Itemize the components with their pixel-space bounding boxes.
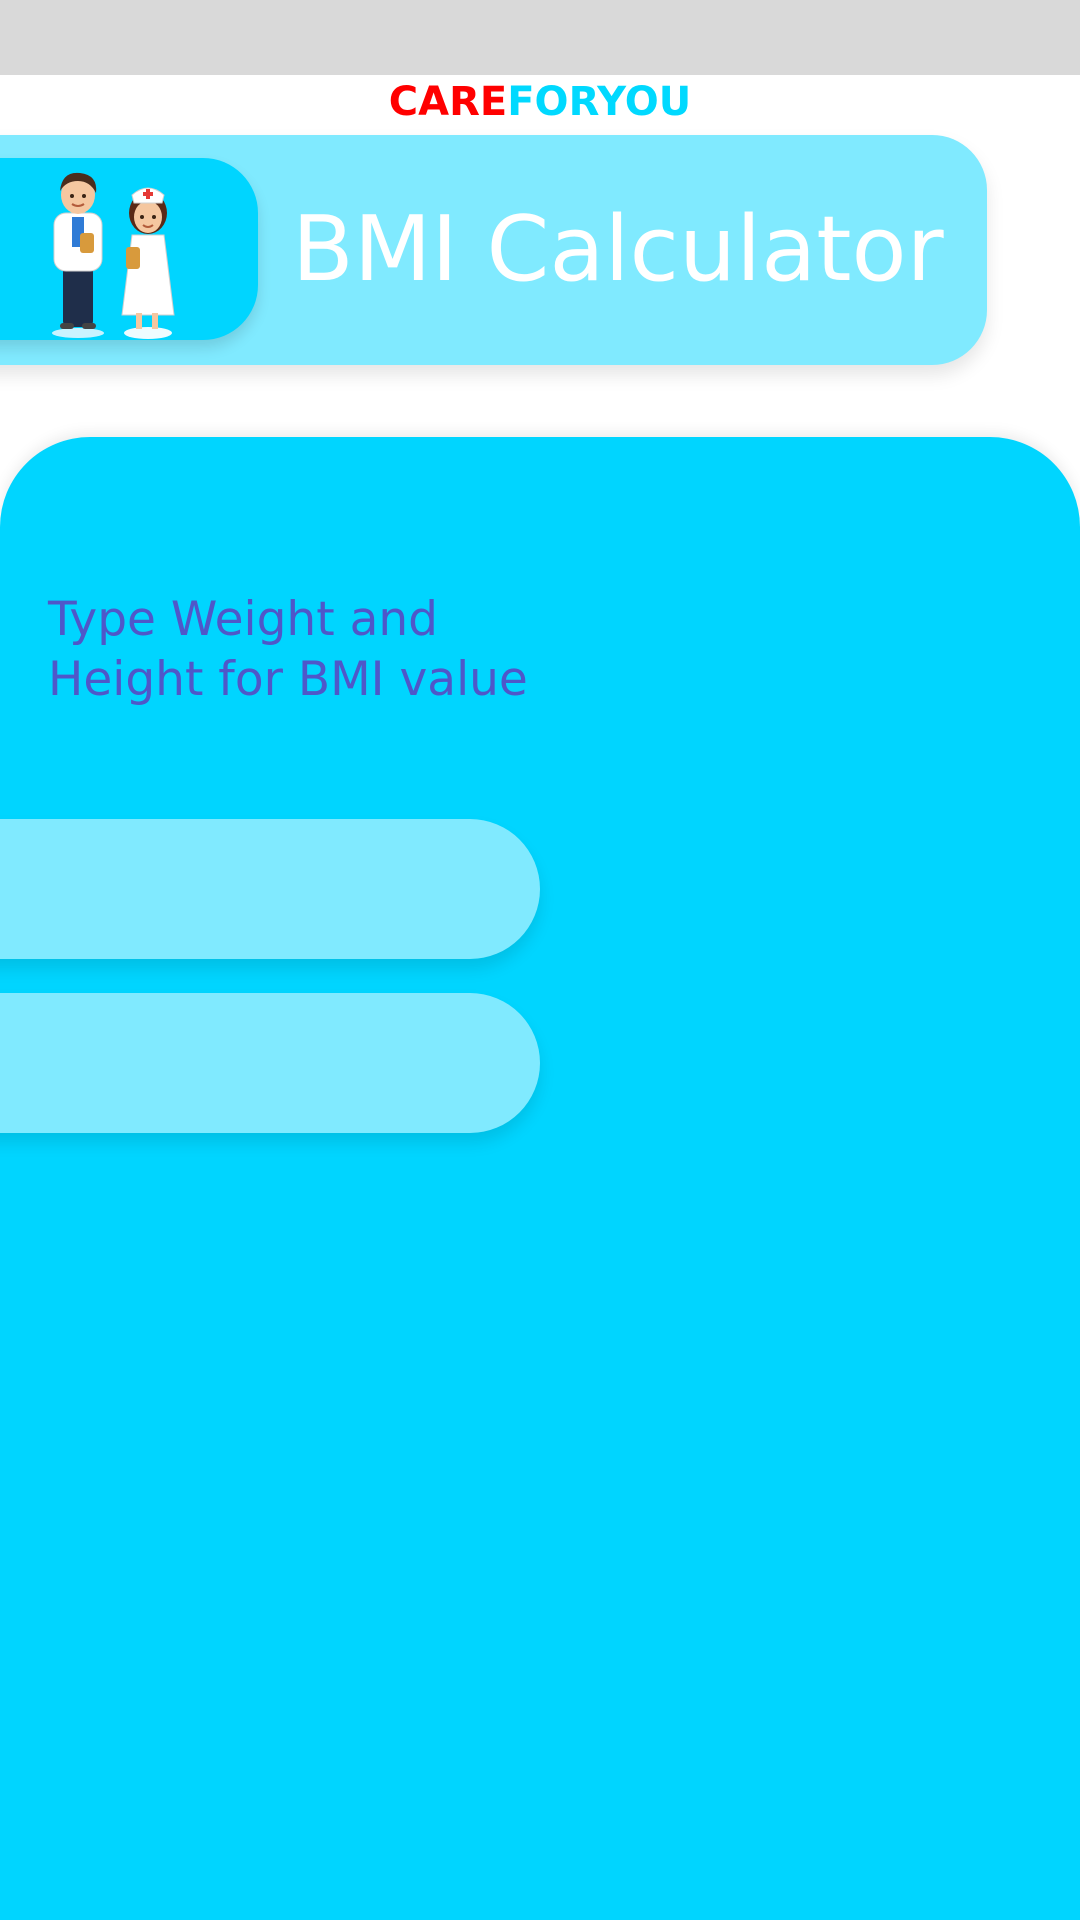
page-title: BMI Calculator bbox=[292, 197, 944, 302]
instruction-line-2: Height for BMI value bbox=[48, 652, 528, 707]
brand-care-text: CARE bbox=[388, 79, 508, 125]
instruction-text: Type Weight and Height for BMI value bbox=[48, 590, 648, 710]
status-bar bbox=[0, 0, 1080, 75]
brand-logo: CAREFORYOU bbox=[0, 75, 1080, 130]
instruction-line-1: Type Weight and bbox=[48, 592, 438, 647]
brand-foryou-text: FORYOU bbox=[507, 79, 692, 125]
doctor-and-nurse-icon bbox=[52, 172, 175, 339]
height-input[interactable] bbox=[0, 993, 540, 1133]
weight-input[interactable] bbox=[0, 819, 540, 959]
